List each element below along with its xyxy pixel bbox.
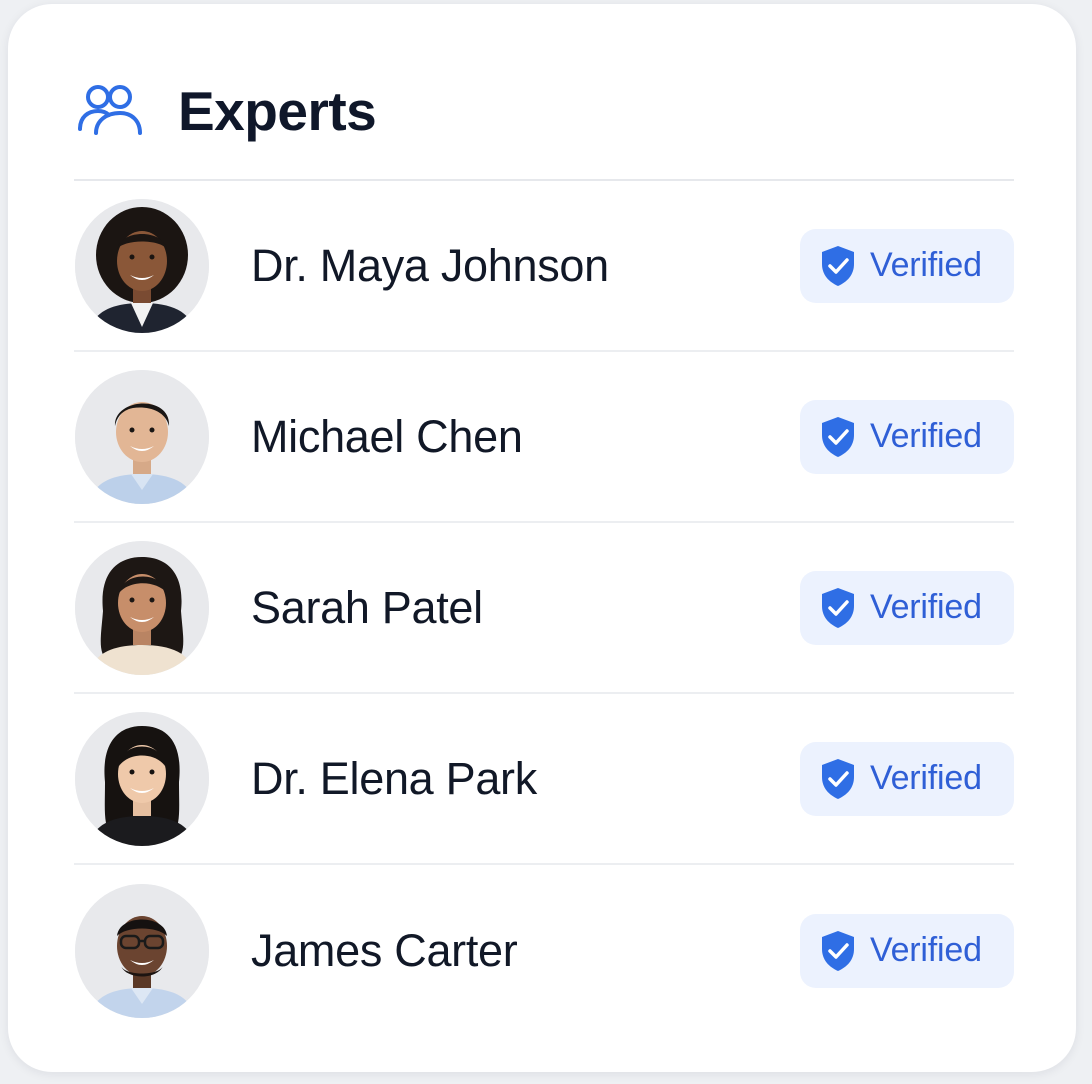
expert-name: Michael Chen xyxy=(251,410,523,462)
verified-badge: Verified xyxy=(800,228,1014,303)
list-item[interactable]: Dr. Elena Park Verified xyxy=(74,694,1014,865)
list-item[interactable]: Dr. Maya Johnson Verified xyxy=(74,181,1014,352)
verified-badge: Verified xyxy=(800,913,1014,988)
shield-check-icon xyxy=(818,243,858,289)
expert-name: Dr. Elena Park xyxy=(251,752,537,804)
list-item[interactable]: Michael Chen Verified xyxy=(74,352,1014,523)
shield-check-icon xyxy=(818,414,858,460)
avatar xyxy=(75,540,209,675)
avatar xyxy=(75,883,209,1018)
badge-label: Verified xyxy=(870,588,982,626)
avatar xyxy=(75,198,209,333)
expert-name: James Carter xyxy=(251,924,518,976)
list-item[interactable]: James Carter Verified xyxy=(74,865,1014,1036)
users-icon xyxy=(76,81,146,141)
expert-name: Dr. Maya Johnson xyxy=(251,239,609,291)
shield-check-icon xyxy=(818,756,858,802)
shield-check-icon xyxy=(818,928,858,974)
avatar xyxy=(75,711,209,846)
experts-list: Dr. Maya Johnson Verified Michael Chen V… xyxy=(74,181,1014,1036)
page-title: Experts xyxy=(178,80,377,142)
avatar xyxy=(75,369,209,504)
verified-badge: Verified xyxy=(800,741,1014,816)
badge-label: Verified xyxy=(870,759,982,797)
badge-label: Verified xyxy=(870,417,982,455)
card-header: Experts xyxy=(76,74,377,148)
expert-name: Sarah Patel xyxy=(251,581,483,633)
list-item[interactable]: Sarah Patel Verified xyxy=(74,523,1014,694)
badge-label: Verified xyxy=(870,246,982,284)
shield-check-icon xyxy=(818,585,858,631)
badge-label: Verified xyxy=(870,931,982,969)
verified-badge: Verified xyxy=(800,570,1014,645)
experts-card: Experts Dr. Maya Johnson Verified Michae… xyxy=(8,4,1076,1072)
verified-badge: Verified xyxy=(800,399,1014,474)
